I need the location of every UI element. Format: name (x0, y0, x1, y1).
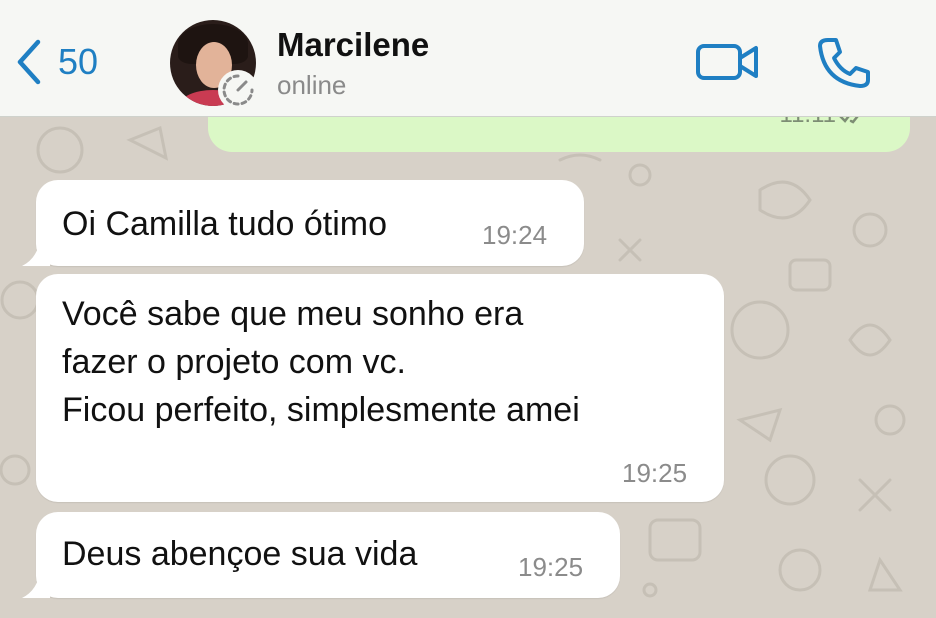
voice-call-button[interactable] (816, 36, 870, 90)
video-camera-icon (696, 44, 758, 80)
incoming-message[interactable]: Deus abençoe sua vida 19:25 (22, 512, 620, 598)
message-time: 19:25 (518, 552, 584, 582)
message-time: 19:25 (622, 458, 688, 488)
back-button[interactable]: 50 (14, 36, 98, 88)
contact-status: online (277, 70, 347, 100)
video-call-button[interactable] (696, 42, 760, 82)
unread-count: 50 (58, 41, 99, 82)
message-text: Deus abençoe sua vida (62, 535, 418, 573)
message-time: 19:24 (482, 220, 548, 250)
timer-icon (222, 74, 254, 106)
message-text: Oi Camilla tudo ótimo (62, 205, 388, 243)
status-timer-badge (218, 70, 258, 110)
bubble-tail (22, 238, 50, 266)
bubble-tail (22, 570, 50, 598)
contact-name[interactable]: Marcilene (277, 26, 429, 64)
incoming-message[interactable]: Oi Camilla tudo ótimo 19:24 (22, 180, 584, 266)
chat-header: 50 Marcilene online (0, 0, 936, 117)
chevron-left-icon (17, 39, 41, 85)
chat-screen: 11:11 50 Marcilene online (0, 0, 936, 618)
incoming-message[interactable]: Você sabe que meu sonho era fazer o proj… (36, 274, 724, 502)
phone-icon (818, 38, 870, 88)
message-text: Você sabe que meu sonho era fazer o proj… (62, 295, 580, 429)
